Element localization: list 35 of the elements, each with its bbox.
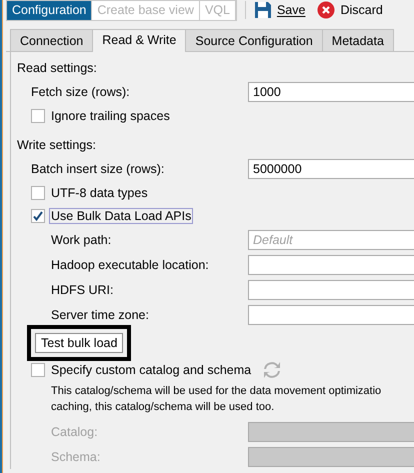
checkbox[interactable]: [31, 208, 45, 222]
input-field[interactable]: [248, 254, 414, 274]
field-label: Hadoop executable location:: [51, 258, 210, 272]
field-label: Fetch size (rows):: [31, 84, 131, 98]
checkbox-label[interactable]: Use Bulk Data Load APIs: [49, 208, 194, 224]
description-text: This catalog/schema will be used for the data movement optimizatio caching, this catalog/schema will be used too.: [51, 384, 382, 415]
field-label: HDFS URI:: [51, 282, 114, 296]
input-field[interactable]: 5000000: [248, 158, 414, 178]
tab[interactable]: Read & Write: [92, 29, 186, 52]
checkbox-label[interactable]: Ignore trailing spaces: [49, 108, 172, 124]
refresh-icon[interactable]: [263, 362, 282, 378]
field-label: Catalog:: [51, 424, 99, 438]
tab[interactable]: Source Configuration: [185, 29, 323, 51]
discard-button[interactable]: Discard: [317, 1, 387, 19]
input-field[interactable]: [248, 304, 414, 324]
input-field[interactable]: Default: [248, 230, 414, 250]
section-heading: Read settings:: [17, 60, 98, 77]
checkbox[interactable]: [31, 186, 45, 200]
view-tab[interactable]: Configuration: [7, 0, 92, 20]
field-label: Server time zone:: [51, 308, 150, 322]
checkbox-label[interactable]: Specify custom catalog and schema: [49, 362, 254, 378]
tab[interactable]: Connection: [10, 29, 94, 51]
field-label: Schema:: [51, 450, 102, 464]
tab[interactable]: Metadata: [322, 29, 394, 51]
input-field[interactable]: 1000: [248, 82, 414, 102]
test-button[interactable]: Test bulk load: [35, 332, 124, 352]
checkbox[interactable]: [31, 108, 45, 122]
field-label: Work path:: [51, 232, 112, 246]
field-label: Batch insert size (rows):: [31, 162, 166, 176]
save-button[interactable]: Save: [254, 1, 310, 19]
checkbox[interactable]: [31, 362, 45, 376]
close-icon: [317, 1, 336, 19]
input-field[interactable]: [248, 280, 414, 300]
section-heading: Write settings:: [17, 137, 97, 154]
checkbox-label[interactable]: UTF-8 data types: [49, 184, 150, 200]
